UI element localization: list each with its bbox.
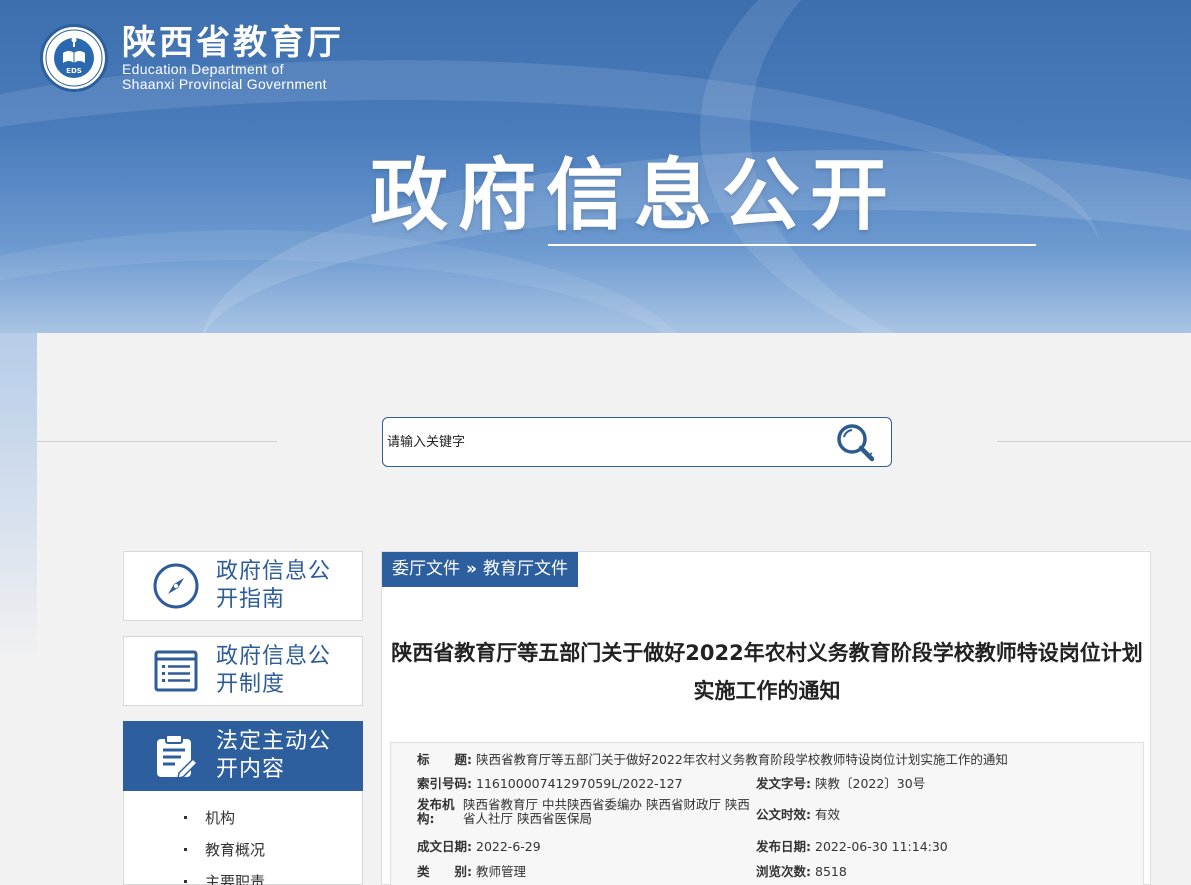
meta-label: 发文字号:: [756, 776, 811, 791]
logo-text: EDS: [66, 67, 82, 75]
background-gradient: [0, 333, 37, 885]
breadcrumb-level1[interactable]: 委厅文件: [392, 552, 460, 587]
divider: [37, 441, 277, 442]
document-list-icon: [154, 650, 198, 692]
breadcrumb: 委厅文件 » 教育厅文件: [382, 552, 578, 587]
sidebar-subitem-label: 主要职责: [205, 873, 266, 885]
meta-created-date: 成文日期: 2022-6-29: [417, 836, 541, 855]
sidebar-item-label: 政府信息公开指南: [216, 559, 332, 612]
hero-underline: [548, 244, 1036, 246]
meta-title: 标 题: 陕西省教育厅等五部门关于做好2022年农村义务教育阶段学校教师特设岗位计…: [417, 749, 1008, 768]
sidebar-item-regulations[interactable]: 政府信息公开制度: [123, 636, 363, 706]
sidebar-subitem-label: 机构: [205, 809, 236, 827]
meta-label: 类 别:: [417, 864, 472, 879]
meta-category: 类 别: 教师管理: [417, 861, 526, 880]
meta-value: 2022-6-29: [476, 839, 541, 854]
sidebar-subitem-overview[interactable]: 教育概况: [184, 839, 265, 860]
meta-label: 发布日期:: [756, 839, 811, 854]
meta-value: 8518: [815, 864, 847, 879]
sidebar-item-disclosure-content[interactable]: 法定主动公开内容: [123, 721, 363, 791]
bullet-icon: [184, 848, 187, 851]
sidebar-sublist: 机构 教育概况 主要职责: [123, 791, 363, 885]
meta-doc-no: 发文字号: 陕教〔2022〕30号: [756, 773, 925, 792]
meta-label: 发布机构:: [417, 797, 455, 826]
meta-value: 11610000741297059L/2022-127: [476, 776, 683, 791]
meta-views: 浏览次数: 8518: [756, 861, 847, 880]
clipboard-edit-icon: [157, 734, 199, 779]
meta-label: 浏览次数:: [756, 864, 811, 879]
meta-label: 索引号码:: [417, 776, 472, 791]
sidebar-subitem-duties[interactable]: 主要职责: [184, 871, 265, 885]
meta-value: 陕教〔2022〕30号: [815, 776, 926, 791]
article-title: 陕西省教育厅等五部门关于做好2022年农村义务教育阶段学校教师特设岗位计划实施工…: [391, 641, 1143, 703]
meta-value: 陕西省教育厅等五部门关于做好2022年农村义务教育阶段学校教师特设岗位计划实施工…: [476, 752, 1008, 767]
document-metadata: 标 题: 陕西省教育厅等五部门关于做好2022年农村义务教育阶段学校教师特设岗位计…: [390, 742, 1144, 885]
sidebar-item-label: 政府信息公开制度: [216, 644, 332, 697]
divider: [997, 441, 1191, 442]
search-icon[interactable]: [834, 421, 878, 463]
search-input[interactable]: [387, 428, 807, 456]
meta-value: 陕西省教育厅 中共陕西省委编办 陕西省财政厅 陕西省人社厅 陕西省医保局: [463, 797, 750, 826]
meta-published-date: 发布日期: 2022-06-30 11:14:30: [756, 836, 948, 855]
page-hero-title: 政府信息公开: [370, 151, 899, 241]
header-banner: EDS 陕西省教育厅 Education Department of Shaan…: [0, 0, 1191, 333]
meta-label: 标 题:: [417, 752, 472, 767]
meta-label: 公文时效:: [756, 807, 811, 822]
search-box: [382, 417, 892, 467]
department-emblem-icon: EDS: [40, 24, 108, 92]
bullet-icon: [184, 880, 187, 883]
meta-validity: 公文时效: 有效: [756, 804, 840, 823]
breadcrumb-separator: »: [466, 559, 477, 579]
sidebar-subitem-label: 教育概况: [205, 841, 266, 859]
meta-index: 索引号码: 11610000741297059L/2022-127: [417, 773, 683, 792]
org-name-en: Education Department of: [122, 61, 284, 77]
sidebar-item-guide[interactable]: 政府信息公开指南: [123, 551, 363, 621]
meta-label: 成文日期:: [417, 839, 472, 854]
breadcrumb-level2[interactable]: 教育厅文件: [483, 552, 568, 587]
bullet-icon: [184, 816, 187, 819]
meta-issuer: 发布机构: 陕西省教育厅 中共陕西省委编办 陕西省财政厅 陕西省人社厅 陕西省医保…: [417, 798, 752, 826]
article-card: 委厅文件 » 教育厅文件 陕西省教育厅等五部门关于做好2022年农村义务教育阶段…: [381, 551, 1151, 885]
sidebar-subitem-organization[interactable]: 机构: [184, 807, 235, 828]
meta-value: 教师管理: [476, 864, 527, 879]
compass-icon: [153, 563, 199, 609]
meta-value: 有效: [815, 807, 841, 822]
org-name-en: Shaanxi Provincial Government: [122, 76, 327, 92]
sidebar-item-label: 法定主动公开内容: [216, 729, 332, 782]
org-name-cn: 陕西省教育厅: [122, 23, 344, 63]
meta-value: 2022-06-30 11:14:30: [815, 839, 948, 854]
site-logo[interactable]: EDS 陕西省教育厅 Education Department of Shaan…: [40, 24, 344, 92]
